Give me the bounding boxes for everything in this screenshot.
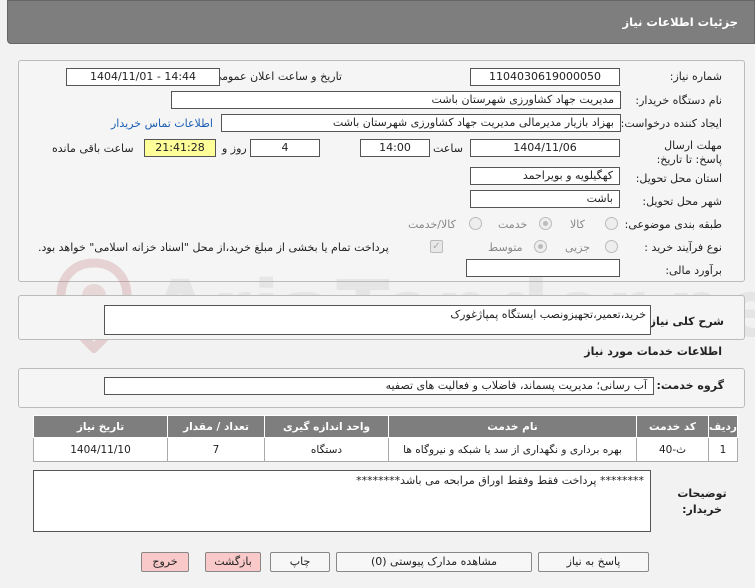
reply-button[interactable]: پاسخ به نیاز (538, 552, 649, 572)
creator-label: ایجاد کننده درخواست: (620, 117, 722, 130)
radio-service-label: خدمت (498, 218, 528, 231)
need-number-label: شماره نیاز: (669, 70, 722, 83)
table-header-row: ردیف کد خدمت نام خدمت واحد اندازه گیری ت… (33, 415, 738, 438)
announce-field: 1404/11/01 - 14:44 (66, 68, 220, 86)
days-label: روز و (222, 142, 247, 155)
col-date: تاریخ نیاز (33, 415, 168, 438)
deadline-label: مهلت ارسال پاسخ: تا تاریخ: (656, 139, 722, 166)
estimate-label: برآورد مالی: (665, 264, 722, 277)
province-field: کهگیلویه و بویراحمد (470, 167, 620, 185)
radio-goods-service[interactable] (469, 217, 482, 230)
process-label: نوع فرآیند خرید : (644, 241, 722, 254)
services-table: ردیف کد خدمت نام خدمت واحد اندازه گیری ت… (33, 415, 738, 462)
back-button[interactable]: بازگشت (205, 552, 261, 572)
cell-code: ث-40 (636, 437, 709, 462)
city-label: شهر محل تحویل: (642, 195, 722, 208)
radio-medium-label: متوسط (488, 241, 523, 254)
summary-field: خرید،تعمیر،تجهیزونصب ایستگاه پمپاژغورک (104, 305, 651, 335)
remaining-label: ساعت باقی مانده (52, 142, 134, 155)
print-button[interactable]: چاپ (270, 552, 330, 572)
table-row: 1 ث-40 بهره برداری و نگهداری از سد یا شب… (33, 437, 738, 462)
col-row: ردیف (708, 415, 738, 438)
city-field: باشت (470, 190, 620, 208)
col-qty: تعداد / مقدار (167, 415, 265, 438)
need-number-field: 1104030619000050 (470, 68, 620, 86)
page-header: جزئیات اطلاعات نیاز (7, 0, 755, 44)
radio-service[interactable] (539, 217, 552, 230)
radio-minor[interactable] (605, 240, 618, 253)
time-label: ساعت (433, 142, 463, 155)
buyer-org-field: مدیریت جهاد کشاورزی شهرستان باشت (171, 91, 621, 109)
exit-button[interactable]: خروج (141, 552, 189, 572)
payment-note: پرداخت تمام یا بخشی از مبلغ خرید،از محل … (38, 241, 389, 254)
radio-goods-label: کالا (570, 218, 585, 231)
services-section-title: اطلاعات خدمات مورد نیاز (584, 345, 722, 358)
col-code: کد خدمت (636, 415, 709, 438)
creator-field: بهزاد بازیار مدیرمالی مدیریت جهاد کشاورز… (221, 114, 621, 132)
remaining-time-field: 21:41:28 (144, 139, 216, 157)
announce-label: تاریخ و ساعت اعلان عمومی: (209, 70, 342, 83)
buyer-notes-field: ******** پرداخت فقط وفقط اوراق مرابحه می… (33, 470, 651, 532)
col-name: نام خدمت (388, 415, 637, 438)
page-title: جزئیات اطلاعات نیاز (622, 15, 738, 29)
buyer-notes-text: ******** پرداخت فقط وفقط اوراق مرابحه می… (356, 474, 644, 487)
view-documents-button[interactable]: مشاهده مدارک پیوستی (0) (336, 552, 532, 572)
deadline-time-field: 14:00 (360, 139, 430, 157)
summary-text: خرید،تعمیر،تجهیزونصب ایستگاه پمپاژغورک (450, 308, 646, 321)
radio-goods[interactable] (605, 217, 618, 230)
service-group-label: گروه خدمت: (656, 379, 724, 392)
estimate-field[interactable] (466, 259, 620, 277)
cell-unit: دستگاه (264, 437, 389, 462)
days-field: 4 (250, 139, 320, 157)
cell-row: 1 (708, 437, 738, 462)
summary-label: شرح کلی نیاز: (645, 315, 724, 328)
radio-minor-label: جزیی (565, 241, 591, 254)
buyer-notes-label: توضیحات خریدار: (677, 487, 727, 516)
contact-buyer-link[interactable]: اطلاعات تماس خریدار (111, 117, 213, 130)
buyer-org-label: نام دستگاه خریدار: (635, 94, 722, 107)
category-label: طبقه بندی موضوعی: (624, 218, 722, 231)
col-unit: واحد اندازه گیری (264, 415, 389, 438)
radio-medium[interactable] (534, 240, 547, 253)
treasury-checkbox[interactable]: ✓ (430, 240, 443, 253)
cell-qty: 7 (167, 437, 265, 462)
radio-goods-service-label: کالا/خدمت (408, 218, 456, 231)
province-label: استان محل تحویل: (635, 172, 722, 185)
service-group-field: آب رسانی؛ مدیریت پسماند، فاضلاب و فعالیت… (104, 377, 654, 395)
cell-date: 1404/11/10 (33, 437, 168, 462)
cell-name: بهره برداری و نگهداری از سد یا شبکه و نی… (388, 437, 637, 462)
deadline-date-field: 1404/11/06 (470, 139, 620, 157)
